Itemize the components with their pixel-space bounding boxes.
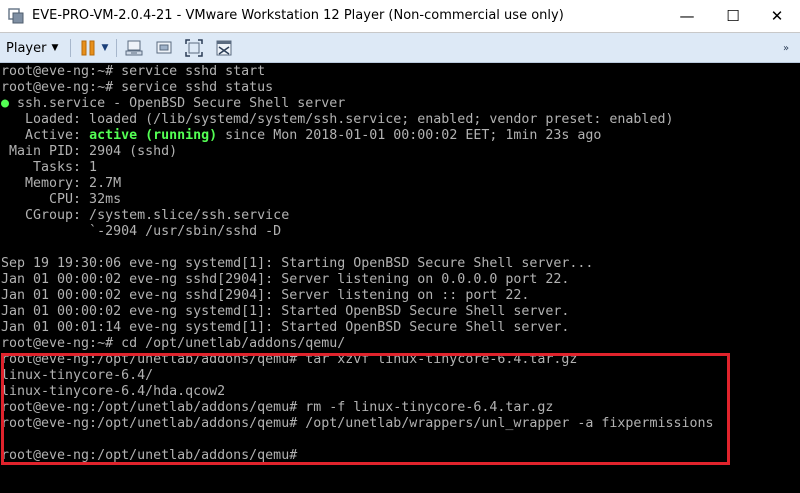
pause-dropdown-button[interactable]: ▼ [98, 38, 112, 58]
terminal-line: root@eve-ng:~# cd /opt/unetlab/addons/qe… [1, 336, 346, 351]
player-toolbar: Player ▼ ▼ » [0, 33, 800, 63]
terminal-line: Memory: 2.7M [1, 176, 122, 191]
terminal-line: Active: active (running) since Mon 2018-… [1, 128, 601, 144]
window-title: EVE-PRO-VM-2.0.4-21 - VMware Workstation… [32, 8, 564, 23]
fit-guest-icon [156, 41, 172, 54]
status-bullet-icon: ● [1, 96, 10, 111]
active-status: active (running) [89, 128, 218, 143]
close-button[interactable]: ✕ [754, 0, 800, 32]
pause-button[interactable] [78, 38, 98, 58]
unity-icon [216, 40, 232, 56]
full-screen-button[interactable] [184, 38, 204, 58]
terminal-line: Tasks: 1 [1, 160, 98, 175]
terminal-line: `-2904 /usr/sbin/sshd -D [1, 224, 282, 239]
fit-guest-button[interactable] [154, 38, 174, 58]
close-icon: ✕ [770, 7, 784, 25]
double-chevron-icon: » [782, 42, 790, 54]
minimize-icon: — [679, 7, 695, 25]
active-label: Active: [1, 128, 90, 143]
active-since: since Mon 2018-01-01 00:00:02 EET; 1min … [217, 128, 602, 143]
maximize-button[interactable]: ☐ [710, 0, 756, 32]
terminal-line: root@eve-ng:~# service sshd start [1, 64, 266, 79]
terminal-line: Loaded: loaded (/lib/systemd/system/ssh.… [1, 112, 674, 127]
terminal-line: ● ssh.service - OpenBSD Secure Shell ser… [1, 96, 345, 112]
service-name: ssh.service - OpenBSD Secure Shell serve… [9, 96, 346, 111]
chevron-down-icon: ▼ [101, 43, 109, 53]
toolbar-divider [116, 39, 117, 57]
highlight-annotation-box [1, 353, 730, 465]
window-title-bar[interactable]: EVE-PRO-VM-2.0.4-21 - VMware Workstation… [0, 0, 800, 33]
minimize-button[interactable]: — [664, 0, 710, 32]
player-menu-button[interactable]: Player ▼ [6, 38, 58, 58]
toolbar-divider [70, 39, 71, 57]
terminal-line: root@eve-ng:~# service sshd status [1, 80, 274, 95]
terminal-line: Jan 01 00:00:02 eve-ng systemd[1]: Start… [1, 304, 570, 319]
toolbar-collapse-button[interactable]: » [776, 38, 796, 58]
maximize-icon: ☐ [726, 7, 740, 25]
pause-icon [81, 40, 95, 56]
vm-console[interactable]: root@eve-ng:~# service sshd start root@e… [0, 63, 800, 493]
terminal-line: Jan 01 00:00:02 eve-ng sshd[2904]: Serve… [1, 272, 570, 287]
full-screen-icon [185, 39, 203, 57]
send-ctrl-alt-del-button[interactable] [124, 38, 144, 58]
chevron-down-icon: ▼ [51, 43, 59, 53]
unity-button[interactable] [214, 38, 234, 58]
terminal-line: Jan 01 00:01:14 eve-ng systemd[1]: Start… [1, 320, 570, 335]
terminal-line: CGroup: /system.slice/ssh.service [1, 208, 290, 223]
terminal-line: Sep 19 19:30:06 eve-ng systemd[1]: Start… [1, 256, 594, 271]
send-ctrl-alt-del-icon [125, 40, 143, 56]
player-menu-label: Player [6, 40, 47, 56]
terminal-line: CPU: 32ms [1, 192, 122, 207]
terminal-line: Main PID: 2904 (sshd) [1, 144, 178, 159]
vmware-app-icon [8, 8, 24, 24]
terminal-line: Jan 01 00:00:02 eve-ng sshd[2904]: Serve… [1, 288, 530, 303]
